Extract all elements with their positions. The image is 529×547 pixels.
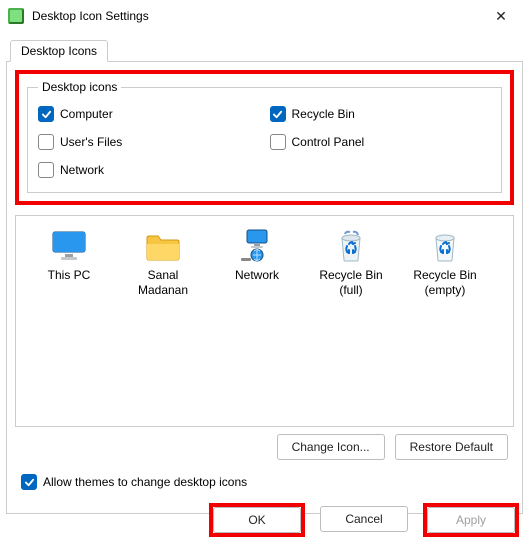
- preview-item-recycle-bin-full[interactable]: Recycle Bin (full): [304, 226, 398, 298]
- icon-action-buttons: Change Icon... Restore Default: [277, 434, 508, 460]
- preview-label2: Madanan: [116, 283, 210, 298]
- preview-item-network[interactable]: Network: [210, 226, 304, 283]
- apply-button[interactable]: Apply: [427, 507, 515, 533]
- desktop-icons-legend: Desktop icons: [38, 80, 121, 94]
- preview-label: This PC: [22, 268, 116, 283]
- tab-panel: Desktop icons Computer Recycle Bin: [6, 62, 523, 514]
- window-sysicon: [8, 8, 24, 24]
- preview-label: Recycle Bin: [304, 268, 398, 283]
- cancel-button[interactable]: Cancel: [320, 506, 408, 532]
- checkbox-users-files[interactable]: User's Files: [38, 134, 260, 150]
- checkbox-label: Recycle Bin: [292, 107, 355, 121]
- preview-item-recycle-bin-empty[interactable]: Recycle Bin (empty): [398, 226, 492, 298]
- checkbox-box: [38, 162, 54, 178]
- highlight-ok-button: OK: [209, 503, 305, 537]
- change-icon-button[interactable]: Change Icon...: [277, 434, 385, 460]
- cancel-slot: Cancel: [317, 503, 411, 537]
- allow-themes-label: Allow themes to change desktop icons: [43, 475, 247, 489]
- checkbox-label: Control Panel: [292, 135, 365, 149]
- checkbox-computer[interactable]: Computer: [38, 106, 260, 122]
- close-button[interactable]: ✕: [481, 2, 521, 30]
- checkbox-label: Network: [60, 163, 104, 177]
- ok-button[interactable]: OK: [213, 507, 301, 533]
- recycle-bin-empty-icon: [398, 226, 492, 262]
- monitor-icon: [22, 226, 116, 262]
- highlight-desktop-icons-group: Desktop icons Computer Recycle Bin: [15, 70, 514, 205]
- titlebar: Desktop Icon Settings ✕: [0, 0, 529, 32]
- checkbox-label: Computer: [60, 107, 113, 121]
- preview-label2: (full): [304, 283, 398, 298]
- desktop-icons-group: Desktop icons Computer Recycle Bin: [27, 80, 502, 193]
- checkbox-box: [21, 474, 37, 490]
- preview-label: Recycle Bin: [398, 268, 492, 283]
- close-icon: ✕: [495, 8, 507, 25]
- allow-themes-checkbox[interactable]: Allow themes to change desktop icons: [21, 474, 247, 490]
- checkbox-control-panel[interactable]: Control Panel: [270, 134, 492, 150]
- checkbox-recycle-bin[interactable]: Recycle Bin: [270, 106, 492, 122]
- window-title: Desktop Icon Settings: [32, 9, 481, 23]
- preview-label: Network: [210, 268, 304, 283]
- tab-desktop-icons[interactable]: Desktop Icons: [10, 40, 108, 62]
- network-icon: [210, 226, 304, 262]
- restore-default-button[interactable]: Restore Default: [395, 434, 508, 460]
- checkbox-label: User's Files: [60, 135, 122, 149]
- checkbox-box: [270, 106, 286, 122]
- tabstrip: Desktop Icons: [6, 38, 523, 62]
- preview-label2: (empty): [398, 283, 492, 298]
- checkbox-box: [38, 106, 54, 122]
- checkbox-network[interactable]: Network: [38, 162, 260, 178]
- preview-label: Sanal: [116, 268, 210, 283]
- icon-preview-area: This PC Sanal Madanan: [15, 215, 514, 427]
- preview-item-user-folder[interactable]: Sanal Madanan: [116, 226, 210, 298]
- checkbox-box: [38, 134, 54, 150]
- recycle-bin-full-icon: [304, 226, 398, 262]
- folder-icon: [116, 226, 210, 262]
- tab-label: Desktop Icons: [21, 44, 97, 58]
- checkbox-box: [270, 134, 286, 150]
- dialog-buttons: OK Cancel Apply: [209, 503, 519, 537]
- preview-item-this-pc[interactable]: This PC: [22, 226, 116, 283]
- highlight-apply-button: Apply: [423, 503, 519, 537]
